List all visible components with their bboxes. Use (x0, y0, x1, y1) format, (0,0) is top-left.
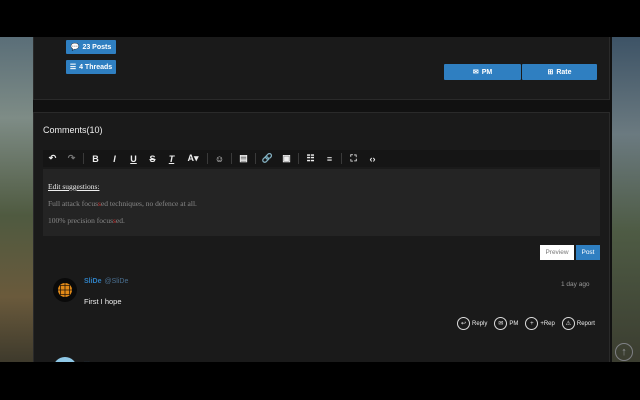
posts-count-button[interactable]: 💬 23 Posts (66, 40, 116, 54)
post-button[interactable]: Post (576, 245, 600, 260)
scroll-top-icon[interactable]: ↑ (615, 343, 633, 361)
font-color-icon[interactable]: A▾ (181, 150, 205, 167)
comment-text: First I hope (84, 297, 122, 306)
warning-icon: ⚠ (561, 317, 575, 330)
comment-timestamp: 1 day ago (561, 281, 590, 288)
link-icon[interactable]: 🔗 (258, 150, 277, 167)
clear-format-icon[interactable]: T (162, 150, 181, 167)
avatar[interactable] (53, 278, 77, 302)
divider (341, 153, 342, 164)
background-art-right (612, 37, 640, 362)
preview-button[interactable]: Preview (540, 245, 574, 260)
comment-icon: 💬 (70, 44, 80, 51)
editor-line-2: 100% precision focussed. (48, 216, 125, 225)
comments-title: Comments(10) (43, 125, 103, 135)
editor-heading: Edit suggestions: (48, 182, 100, 191)
top-letterbox (0, 0, 640, 37)
reply-icon: ↩ (457, 317, 470, 330)
rate-button[interactable]: ⊞ Rate (522, 64, 597, 80)
pm-button[interactable]: ✉ PM (444, 64, 521, 80)
divider (231, 153, 232, 164)
editor-line-1: Full attack focussed techniques, no defe… (48, 199, 197, 208)
list-icon: ☰ (69, 64, 77, 71)
comment-username[interactable]: SliDe @SliDe (84, 278, 128, 285)
profile-panel: 💬 23 Posts ☰ 4 Threads ✉ PM ⊞ Rate (33, 37, 610, 100)
divider (298, 153, 299, 164)
reply-button[interactable]: ↩ Reply (457, 317, 487, 330)
divider (255, 153, 256, 164)
threads-count-button[interactable]: ☰ 4 Threads (66, 60, 116, 74)
table-icon[interactable]: ▤ (234, 150, 253, 167)
comment-handle[interactable]: @SliDe (105, 278, 129, 285)
plus-icon: + (525, 317, 539, 330)
pm-action-button[interactable]: ✉ PM (494, 317, 518, 330)
comments-panel: Comments(10) ↶ ↷ B I U S T A▾ ☺ ▤ 🔗 ▣ ☷ … (33, 112, 610, 362)
bottom-letterbox (0, 362, 640, 400)
italic-icon[interactable]: I (105, 150, 124, 167)
emoji-icon[interactable]: ☺ (210, 150, 229, 167)
plus-square-icon: ⊞ (547, 69, 554, 76)
rep-button[interactable]: + +Rep (525, 317, 555, 330)
undo-icon[interactable]: ↶ (43, 150, 62, 167)
bold-icon[interactable]: B (86, 150, 105, 167)
report-button[interactable]: ⚠ Report (561, 317, 595, 330)
avatar-image (58, 283, 72, 297)
numbered-list-icon[interactable]: ≡ (320, 150, 339, 167)
source-code-icon[interactable]: ‹› (363, 150, 382, 167)
background-art-left (0, 37, 33, 362)
image-icon[interactable]: ▣ (277, 150, 296, 167)
comment-actions: ↩ Reply ✉ PM + +Rep ⚠ Report (457, 317, 595, 330)
comment-editor[interactable]: Edit suggestions: Full attack focussed t… (43, 169, 600, 236)
fullscreen-icon[interactable]: ⛶ (344, 150, 363, 167)
divider (207, 153, 208, 164)
chat-icon: ✉ (494, 317, 508, 330)
editor-toolbar: ↶ ↷ B I U S T A▾ ☺ ▤ 🔗 ▣ ☷ ≡ ⛶ ‹› (43, 150, 600, 167)
divider (83, 153, 84, 164)
bullet-list-icon[interactable]: ☷ (301, 150, 320, 167)
envelope-icon: ✉ (472, 69, 479, 76)
strikethrough-icon[interactable]: S (143, 150, 162, 167)
main-content: 💬 23 Posts ☰ 4 Threads ✉ PM ⊞ Rate Comme… (33, 37, 612, 362)
redo-icon[interactable]: ↷ (62, 150, 81, 167)
underline-icon[interactable]: U (124, 150, 143, 167)
